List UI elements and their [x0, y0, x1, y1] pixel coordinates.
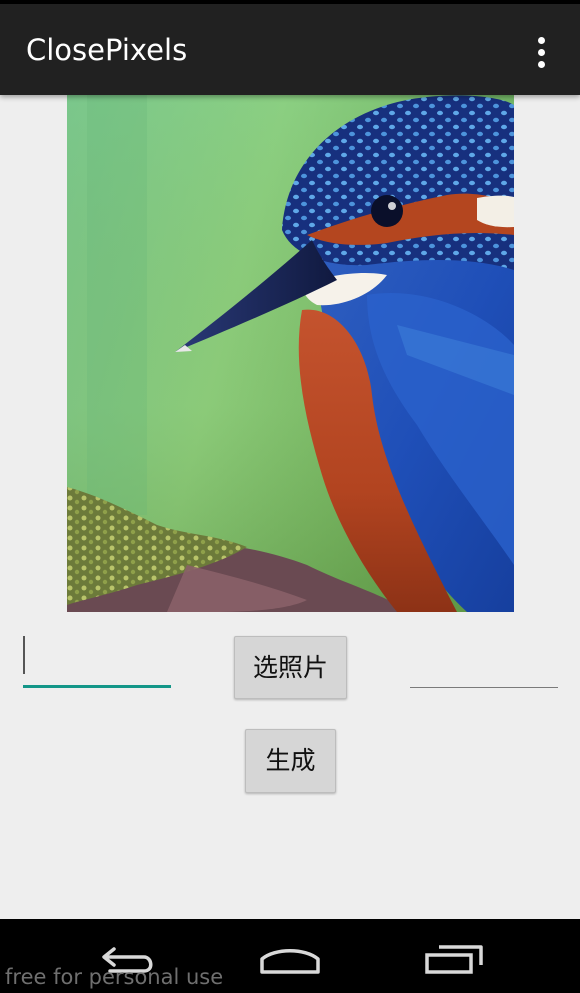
recent-apps-icon[interactable]	[409, 933, 499, 983]
action-bar: ClosePixels	[0, 4, 580, 95]
app-title: ClosePixels	[26, 33, 188, 67]
home-icon[interactable]	[245, 933, 335, 983]
generate-button[interactable]: 生成	[245, 729, 336, 793]
text-cursor	[23, 636, 25, 674]
right-text-field[interactable]	[410, 632, 558, 688]
watermark-text: free for personal use	[5, 965, 224, 989]
overflow-menu-icon[interactable]	[526, 32, 558, 72]
left-text-field[interactable]	[23, 632, 171, 688]
select-photo-button[interactable]: 选照片	[234, 636, 347, 699]
kingfisher-photo	[67, 95, 514, 612]
